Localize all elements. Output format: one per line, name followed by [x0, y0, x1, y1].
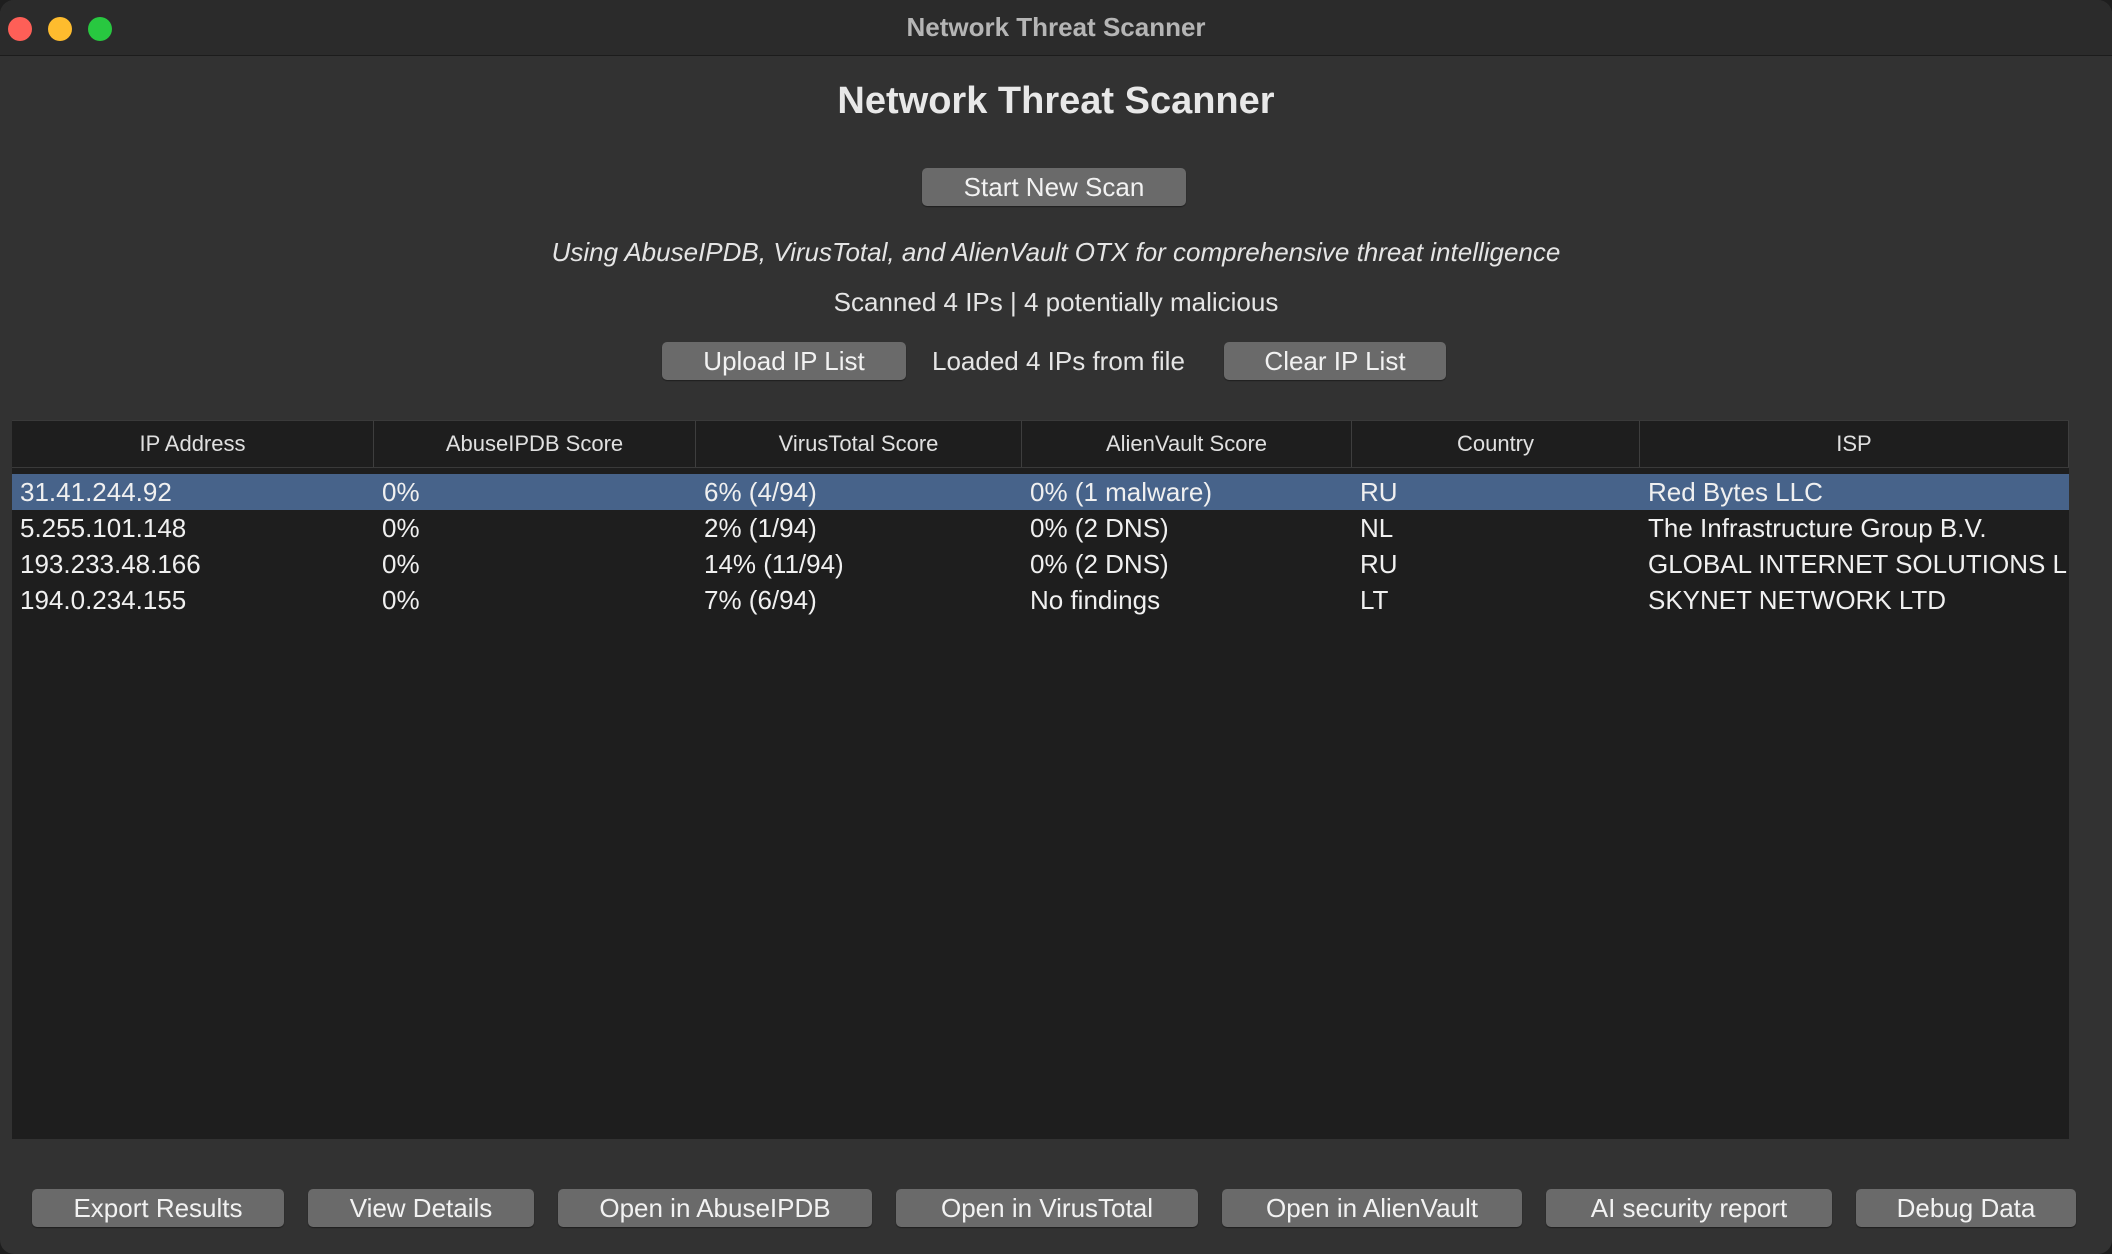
cell-ip-address: 194.0.234.155 [20, 585, 187, 615]
scan-summary: Scanned 4 IPs | 4 potentially malicious [833, 287, 1279, 317]
open-in-alienvault-button[interactable]: Open in AlienVault [1222, 1189, 1522, 1227]
cell-isp: GLOBAL INTERNET SOLUTIONS L [1648, 549, 2067, 579]
debug-data-button[interactable]: Debug Data [1856, 1189, 2076, 1227]
page-title: Network Threat Scanner [837, 80, 1275, 122]
view-details-button[interactable]: View Details [308, 1189, 534, 1227]
cell-isp: SKYNET NETWORK LTD [1648, 585, 1947, 615]
column-header-abuseipdb-score[interactable]: AbuseIPDB Score [374, 421, 696, 467]
cell-alienvault-score: No findings [1030, 585, 1161, 615]
open-in-virustotal-button[interactable]: Open in VirusTotal [896, 1189, 1198, 1227]
cell-abuseipdb-score: 0% [382, 513, 420, 543]
cell-alienvault-score: 0% (2 DNS) [1030, 549, 1169, 579]
table-row[interactable]: 193.233.48.166 0% 14% (11/94) 0% (2 DNS)… [12, 546, 2069, 582]
cell-abuseipdb-score: 0% [382, 585, 420, 615]
cell-ip-address: 5.255.101.148 [20, 513, 187, 543]
results-table[interactable]: IP Address AbuseIPDB Score VirusTotal Sc… [12, 420, 2069, 1139]
column-header-ip-address[interactable]: IP Address [12, 421, 374, 467]
cell-abuseipdb-score: 0% [382, 477, 420, 507]
upload-ip-list-button[interactable]: Upload IP List [662, 342, 906, 380]
table-row[interactable]: 31.41.244.92 0% 6% (4/94) 0% (1 malware)… [12, 474, 2069, 510]
column-header-isp[interactable]: ISP [1640, 421, 2069, 467]
table-header: IP Address AbuseIPDB Score VirusTotal Sc… [12, 420, 2069, 468]
column-header-alienvault-score[interactable]: AlienVault Score [1022, 421, 1352, 467]
cell-country: RU [1360, 477, 1398, 507]
ai-security-report-button[interactable]: AI security report [1546, 1189, 1832, 1227]
clear-ip-list-button[interactable]: Clear IP List [1224, 342, 1446, 380]
cell-alienvault-score: 0% (1 malware) [1030, 477, 1213, 507]
app-window: Network Threat Scanner Network Threat Sc… [0, 0, 2112, 1254]
cell-ip-address: 193.233.48.166 [20, 549, 201, 579]
cell-abuseipdb-score: 0% [382, 549, 420, 579]
title-bar: Network Threat Scanner [0, 0, 2112, 56]
open-in-abuseipdb-button[interactable]: Open in AbuseIPDB [558, 1189, 872, 1227]
cell-country: LT [1360, 585, 1389, 615]
table-row[interactable]: 5.255.101.148 0% 2% (1/94) 0% (2 DNS) NL… [12, 510, 2069, 546]
window-title: Network Threat Scanner [906, 12, 1206, 42]
cell-virustotal-score: 14% (11/94) [704, 549, 844, 579]
cell-ip-address: 31.41.244.92 [20, 477, 172, 507]
cell-virustotal-score: 7% (6/94) [704, 585, 817, 615]
cell-isp: Red Bytes LLC [1648, 477, 1823, 507]
cell-country: NL [1360, 513, 1394, 543]
start-new-scan-button[interactable]: Start New Scan [922, 168, 1186, 206]
cell-alienvault-score: 0% (2 DNS) [1030, 513, 1169, 543]
table-row[interactable]: 194.0.234.155 0% 7% (6/94) No findings L… [12, 582, 2069, 618]
cell-isp: The Infrastructure Group B.V. [1648, 513, 1987, 543]
sources-description: Using AbuseIPDB, VirusTotal, and AlienVa… [551, 237, 1561, 267]
column-header-virustotal-score[interactable]: VirusTotal Score [696, 421, 1022, 467]
cell-country: RU [1360, 549, 1398, 579]
cell-virustotal-score: 6% (4/94) [704, 477, 817, 507]
export-results-button[interactable]: Export Results [32, 1189, 284, 1227]
column-header-country[interactable]: Country [1352, 421, 1640, 467]
loaded-status: Loaded 4 IPs from file [932, 346, 1185, 376]
cell-virustotal-score: 2% (1/94) [704, 513, 817, 543]
